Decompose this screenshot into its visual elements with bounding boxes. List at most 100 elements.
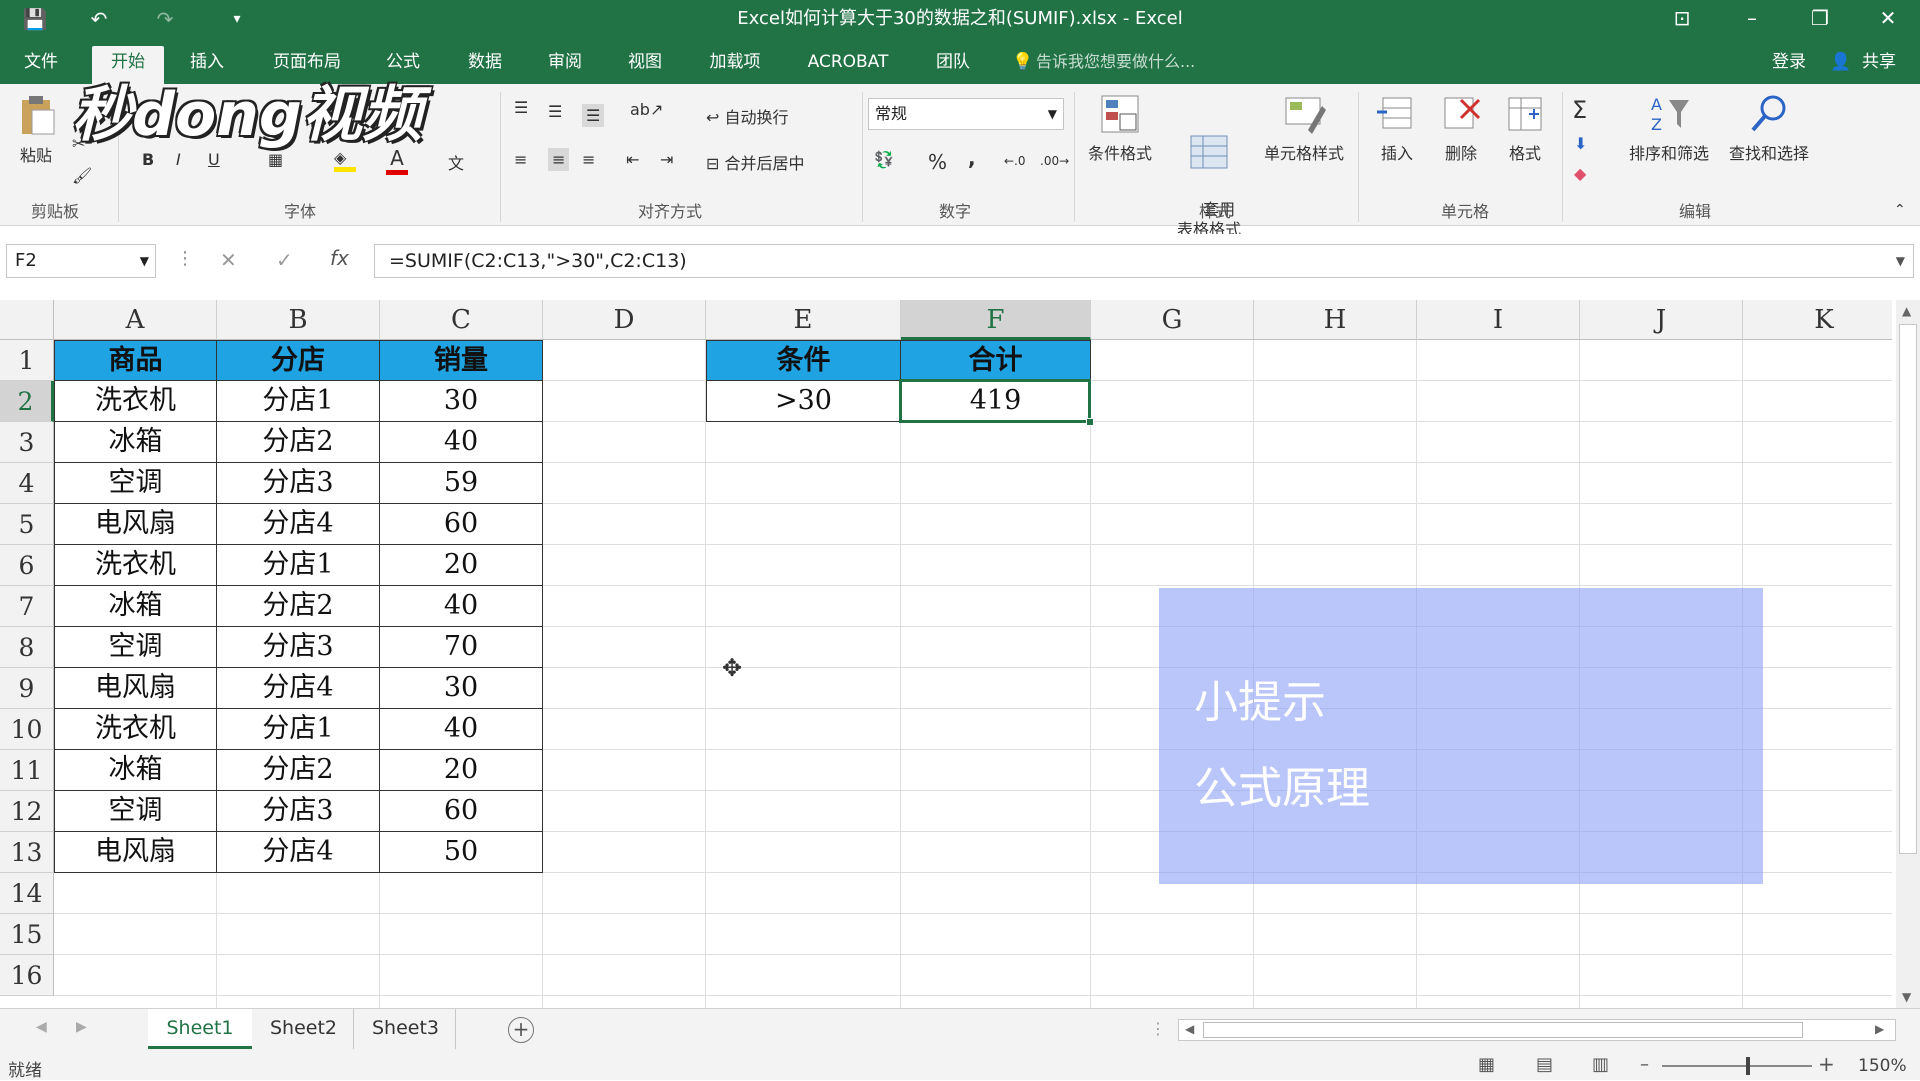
- table-cell[interactable]: 分店4: [217, 668, 380, 709]
- column-header-g[interactable]: G: [1091, 300, 1254, 340]
- increase-indent-icon[interactable]: ⇥: [660, 150, 673, 169]
- clear-icon[interactable]: ◆: [1574, 164, 1586, 183]
- find-select-button[interactable]: 查找和选择: [1720, 92, 1818, 164]
- row-header-11[interactable]: 11: [0, 750, 54, 791]
- table-cell[interactable]: 电风扇: [54, 668, 217, 709]
- table-cell[interactable]: 空调: [54, 627, 217, 668]
- column-header-h[interactable]: H: [1254, 300, 1417, 340]
- select-all-corner[interactable]: [0, 300, 54, 340]
- row-header-16[interactable]: 16: [0, 955, 54, 996]
- table-cell[interactable]: 40: [380, 422, 543, 463]
- share-button[interactable]: 共享: [1854, 46, 1904, 78]
- sheet-tab-1[interactable]: Sheet1: [148, 1009, 252, 1049]
- table-cell[interactable]: 30: [380, 381, 543, 422]
- normal-view-icon[interactable]: ▦: [1478, 1054, 1495, 1075]
- conditional-format-button[interactable]: 条件格式: [1080, 92, 1160, 164]
- zoom-in-icon[interactable]: +: [1818, 1052, 1835, 1076]
- tell-me-box[interactable]: 告诉我您想要做什么...: [1036, 46, 1236, 78]
- row-header-4[interactable]: 4: [0, 463, 54, 504]
- percent-button[interactable]: %: [928, 150, 947, 174]
- table-cell[interactable]: 电风扇: [54, 832, 217, 873]
- paste-button[interactable]: 粘贴: [8, 94, 64, 166]
- enter-icon[interactable]: ✓: [276, 248, 293, 272]
- table-cell[interactable]: 分店4: [217, 504, 380, 545]
- page-layout-view-icon[interactable]: ▤: [1536, 1054, 1553, 1075]
- split-handle-icon[interactable]: ⋮: [1150, 1019, 1166, 1038]
- horizontal-scrollbar[interactable]: ◀ ▶: [1178, 1019, 1896, 1041]
- comma-button[interactable]: ,: [968, 146, 976, 170]
- format-painter-icon[interactable]: 🖌: [72, 166, 92, 185]
- row-header-12[interactable]: 12: [0, 791, 54, 832]
- tab-team[interactable]: 团队: [928, 46, 978, 78]
- decrease-decimal-icon[interactable]: .00→: [1040, 154, 1069, 168]
- name-box[interactable]: F2 ▼: [6, 244, 156, 278]
- collapse-ribbon-icon[interactable]: ⌃: [1894, 202, 1906, 218]
- table-header-cell[interactable]: 条件: [706, 340, 901, 381]
- insert-function-icon[interactable]: fx: [330, 246, 349, 270]
- column-header-i[interactable]: I: [1417, 300, 1580, 340]
- next-sheet-icon[interactable]: ▶: [76, 1019, 87, 1035]
- table-cell[interactable]: 冰箱: [54, 750, 217, 791]
- fill-down-icon[interactable]: ⬇: [1574, 134, 1587, 153]
- login-link[interactable]: 登录: [1764, 46, 1814, 78]
- table-cell[interactable]: 分店1: [217, 709, 380, 750]
- orientation-icon[interactable]: ab↗: [630, 100, 663, 119]
- delete-cells-button[interactable]: 删除: [1432, 92, 1490, 164]
- column-header-j[interactable]: J: [1580, 300, 1743, 340]
- formula-input[interactable]: =SUMIF(C2:C13,">30",C2:C13) ▼: [374, 244, 1914, 278]
- wrap-text-button[interactable]: ↩ 自动换行: [706, 104, 789, 128]
- phonetic-icon[interactable]: 文: [448, 150, 464, 174]
- table-cell[interactable]: 70: [380, 627, 543, 668]
- table-cell[interactable]: 分店4: [217, 832, 380, 873]
- cancel-icon[interactable]: ✕: [220, 248, 237, 272]
- row-header-5[interactable]: 5: [0, 504, 54, 545]
- scroll-left-icon[interactable]: ◀: [1185, 1022, 1194, 1036]
- add-sheet-button[interactable]: +: [508, 1017, 534, 1043]
- align-left-icon[interactable]: ≡: [514, 150, 527, 169]
- table-cell[interactable]: 电风扇: [54, 504, 217, 545]
- table-cell[interactable]: 分店2: [217, 586, 380, 627]
- table-cell[interactable]: 分店2: [217, 750, 380, 791]
- currency-icon[interactable]: 💱: [874, 150, 894, 169]
- row-header-1[interactable]: 1: [0, 340, 54, 381]
- column-header-f[interactable]: F: [901, 300, 1091, 340]
- cell-styles-button[interactable]: 单元格样式: [1256, 92, 1352, 164]
- vertical-scrollbar[interactable]: ▲ ▼: [1896, 300, 1920, 1008]
- table-cell[interactable]: 分店2: [217, 422, 380, 463]
- column-header-e[interactable]: E: [706, 300, 901, 340]
- table-cell[interactable]: >30: [706, 381, 901, 422]
- table-cell[interactable]: 洗衣机: [54, 709, 217, 750]
- fill-handle[interactable]: [1086, 418, 1094, 426]
- column-header-a[interactable]: A: [54, 300, 217, 340]
- table-cell[interactable]: 40: [380, 586, 543, 627]
- zoom-slider-thumb[interactable]: [1746, 1057, 1750, 1075]
- row-header-3[interactable]: 3: [0, 422, 54, 463]
- table-cell[interactable]: 空调: [54, 463, 217, 504]
- align-bottom-icon[interactable]: ☰: [582, 104, 605, 127]
- table-cell[interactable]: 分店3: [217, 627, 380, 668]
- tab-data[interactable]: 数据: [460, 46, 510, 78]
- merge-center-button[interactable]: ⊟ 合并后居中: [706, 150, 805, 174]
- table-cell[interactable]: 50: [380, 832, 543, 873]
- scroll-right-icon[interactable]: ▶: [1875, 1022, 1884, 1036]
- row-header-7[interactable]: 7: [0, 586, 54, 627]
- tab-review[interactable]: 审阅: [540, 46, 590, 78]
- row-header-10[interactable]: 10: [0, 709, 54, 750]
- table-header-cell[interactable]: 商品: [54, 340, 217, 381]
- table-cell[interactable]: 60: [380, 791, 543, 832]
- row-header-8[interactable]: 8: [0, 627, 54, 668]
- align-top-icon[interactable]: ☰: [514, 98, 528, 117]
- align-center-icon[interactable]: ≡: [548, 148, 570, 171]
- close-button[interactable]: ✕: [1858, 0, 1918, 38]
- tab-acrobat[interactable]: ACROBAT: [798, 46, 898, 78]
- table-cell[interactable]: 冰箱: [54, 586, 217, 627]
- decrease-indent-icon[interactable]: ⇤: [626, 150, 639, 169]
- column-header-b[interactable]: B: [217, 300, 380, 340]
- sheet-tab-3[interactable]: Sheet3: [356, 1009, 456, 1049]
- sort-filter-button[interactable]: AZ 排序和筛选: [1620, 92, 1718, 164]
- table-cell[interactable]: 洗衣机: [54, 545, 217, 586]
- table-cell[interactable]: 20: [380, 545, 543, 586]
- scroll-down-icon[interactable]: ▼: [1902, 990, 1911, 1004]
- column-header-c[interactable]: C: [380, 300, 543, 340]
- align-right-icon[interactable]: ≡: [582, 150, 595, 169]
